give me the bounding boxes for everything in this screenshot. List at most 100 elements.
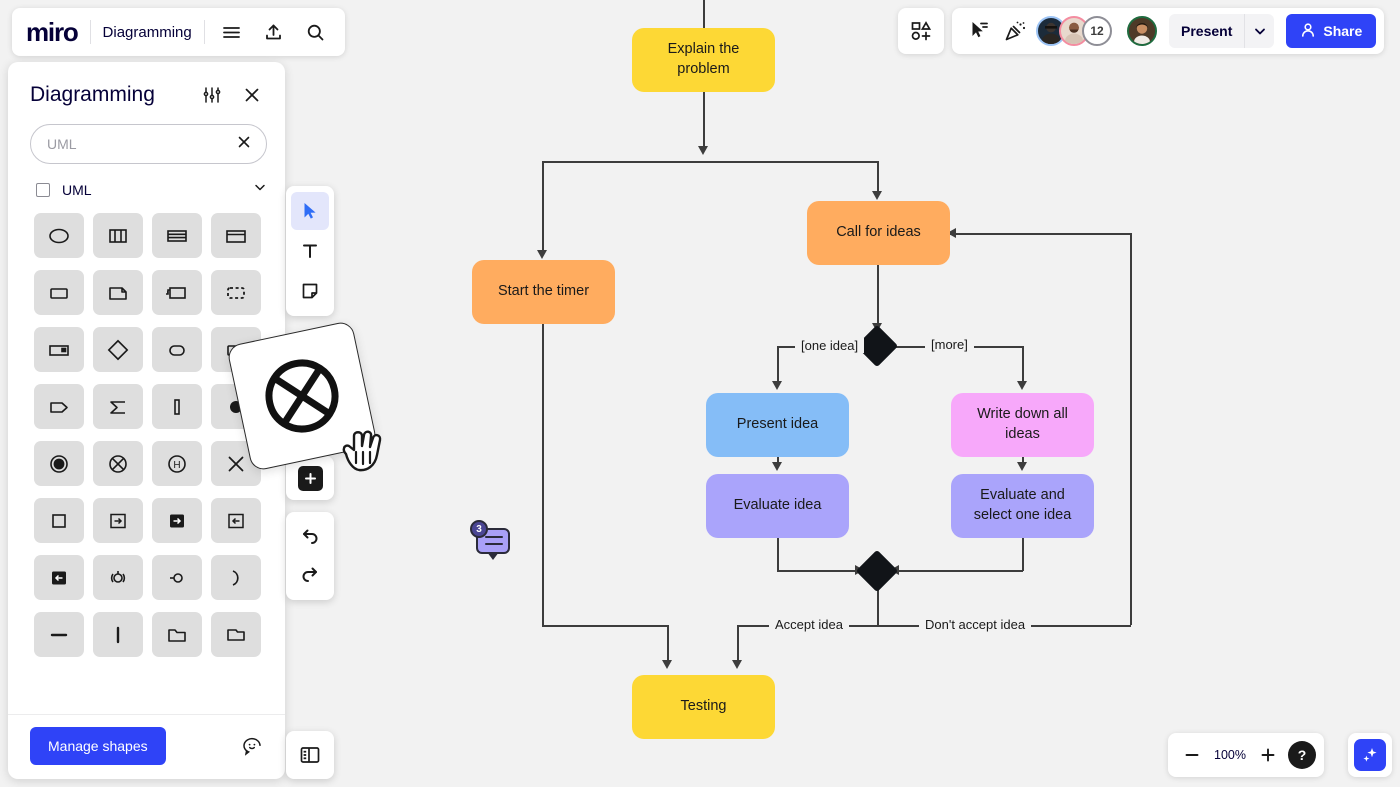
menu-icon[interactable] xyxy=(217,17,247,47)
shape-diamond[interactable] xyxy=(93,327,143,372)
clear-icon[interactable] xyxy=(236,134,252,155)
node-explain[interactable]: Explain the problem xyxy=(632,28,775,92)
panel-search-wrap: UML xyxy=(8,120,285,176)
zoom-level[interactable]: 100% xyxy=(1210,748,1250,762)
shape-vertical-line[interactable] xyxy=(93,612,143,657)
share-button[interactable]: Share xyxy=(1286,14,1377,48)
avatar-overflow-count[interactable]: 12 xyxy=(1082,16,1112,46)
node-label: Evaluate and select one idea xyxy=(973,487,1072,523)
shape-send-signal-filled[interactable] xyxy=(152,498,202,543)
edge-timer-testing-drop xyxy=(667,625,669,663)
shape-sum[interactable] xyxy=(93,384,143,429)
undo-arrow-icon[interactable] xyxy=(291,518,329,556)
svg-text:H: H xyxy=(173,460,180,471)
share-label: Share xyxy=(1323,23,1363,39)
board-title[interactable]: Diagramming xyxy=(103,24,192,41)
manage-shapes-button[interactable]: Manage shapes xyxy=(30,727,166,765)
party-popper-icon[interactable] xyxy=(1000,16,1030,46)
arrowhead-evalsel xyxy=(1017,462,1027,471)
plus-icon[interactable] xyxy=(1252,739,1284,771)
feedback-smiley-icon[interactable] xyxy=(237,731,267,761)
node-evaluate-select[interactable]: Evaluate and select one idea xyxy=(951,474,1094,538)
node-write-down-ideas[interactable]: Write down all ideas xyxy=(951,393,1094,457)
node-call-for-ideas[interactable]: Call for ideas xyxy=(807,201,950,265)
search-icon[interactable] xyxy=(301,17,331,47)
undo-redo-group xyxy=(286,512,334,600)
shape-arc[interactable] xyxy=(211,555,261,600)
edge-evalsel-to-merge xyxy=(893,570,1023,572)
edge-fork-right-drop xyxy=(1022,346,1024,384)
shape-document[interactable] xyxy=(93,270,143,315)
node-start-timer[interactable]: Start the timer xyxy=(472,260,615,324)
shape-rounded-rectangle[interactable] xyxy=(152,327,202,372)
text-tool[interactable] xyxy=(291,232,329,270)
shape-tag[interactable] xyxy=(34,384,84,429)
shape-window[interactable] xyxy=(211,213,261,258)
shape-small-circle[interactable] xyxy=(152,555,202,600)
present-button[interactable]: Present xyxy=(1169,14,1275,48)
section-checkbox[interactable] xyxy=(36,182,50,197)
comment-count-badge: 3 xyxy=(470,520,488,538)
edge-to-timer xyxy=(542,161,544,253)
edge-evaluate-to-merge xyxy=(777,570,861,572)
shape-bracket-rectangle[interactable] xyxy=(152,270,202,315)
shape-initial-node[interactable] xyxy=(34,441,84,486)
sticky-note-tool[interactable] xyxy=(291,272,329,310)
shape-receive-signal-filled[interactable] xyxy=(34,555,84,600)
node-present-idea[interactable]: Present idea xyxy=(706,393,849,457)
shape-send-signal[interactable] xyxy=(93,498,143,543)
shape-ellipse[interactable] xyxy=(34,213,84,258)
plus-icon[interactable] xyxy=(297,465,323,491)
shape-history-h[interactable]: H xyxy=(152,441,202,486)
shape-rectangle[interactable] xyxy=(34,270,84,315)
node-evaluate-idea[interactable]: Evaluate idea xyxy=(706,474,849,538)
shape-stacked-lines[interactable] xyxy=(152,213,202,258)
comment-pin[interactable]: 3 xyxy=(470,520,512,560)
top-right-toolbar: 12 Present Share xyxy=(952,8,1385,54)
minus-icon[interactable] xyxy=(1176,739,1208,771)
edge-split-horizontal xyxy=(542,161,878,163)
sparkles-icon[interactable] xyxy=(1354,739,1386,771)
shape-vertical-bar[interactable] xyxy=(152,384,202,429)
shape-terminate-circle-x[interactable] xyxy=(93,441,143,486)
help-button[interactable]: ? xyxy=(1288,741,1316,769)
shape-port-circle[interactable] xyxy=(93,555,143,600)
edge-label-accept-idea: Accept idea xyxy=(769,617,849,632)
shape-tabbed-folder[interactable] xyxy=(211,612,261,657)
node-testing[interactable]: Testing xyxy=(632,675,775,739)
sliders-icon[interactable] xyxy=(197,80,227,110)
upload-icon[interactable] xyxy=(259,17,289,47)
search-input[interactable]: UML xyxy=(30,124,267,164)
shapes-plus-icon[interactable] xyxy=(898,8,944,54)
shape-receive-signal[interactable] xyxy=(211,498,261,543)
close-icon[interactable] xyxy=(237,80,267,110)
edge-evalsel-down xyxy=(1022,538,1024,571)
edge-merge-down xyxy=(877,586,879,625)
edge-timer-down xyxy=(542,324,544,626)
chevron-down-icon[interactable] xyxy=(1244,14,1274,48)
shape-frame-columns[interactable] xyxy=(93,213,143,258)
edge-timer-to-testing xyxy=(542,625,668,627)
shape-grid[interactable]: H xyxy=(8,209,285,714)
edge-call-to-fork xyxy=(877,265,879,332)
edge-fork-left-drop xyxy=(777,346,779,384)
select-tool[interactable] xyxy=(291,192,329,230)
shape-square[interactable] xyxy=(34,498,84,543)
node-label: Write down all ideas xyxy=(977,406,1068,442)
node-label: Present idea xyxy=(736,416,819,433)
avatar-active-user[interactable] xyxy=(1127,16,1157,46)
shape-folder[interactable] xyxy=(152,612,202,657)
miro-logo[interactable]: miro xyxy=(26,17,79,48)
redo-arrow-icon[interactable] xyxy=(291,556,329,594)
shape-note-rectangle[interactable] xyxy=(34,327,84,372)
cursor-share-icon[interactable] xyxy=(964,16,994,46)
edge-label-dont-accept: Don't accept idea xyxy=(919,617,1032,632)
collaborator-avatars[interactable]: 12 xyxy=(1036,16,1112,46)
decision-node-merge[interactable] xyxy=(855,549,899,593)
shape-horizontal-line[interactable] xyxy=(34,612,84,657)
panel-toggle-icon[interactable] xyxy=(286,731,334,779)
shape-dashed-rectangle[interactable] xyxy=(211,270,261,315)
section-header-uml[interactable]: UML xyxy=(8,176,285,209)
edge-to-call xyxy=(877,161,879,194)
chevron-down-icon[interactable] xyxy=(253,180,267,199)
